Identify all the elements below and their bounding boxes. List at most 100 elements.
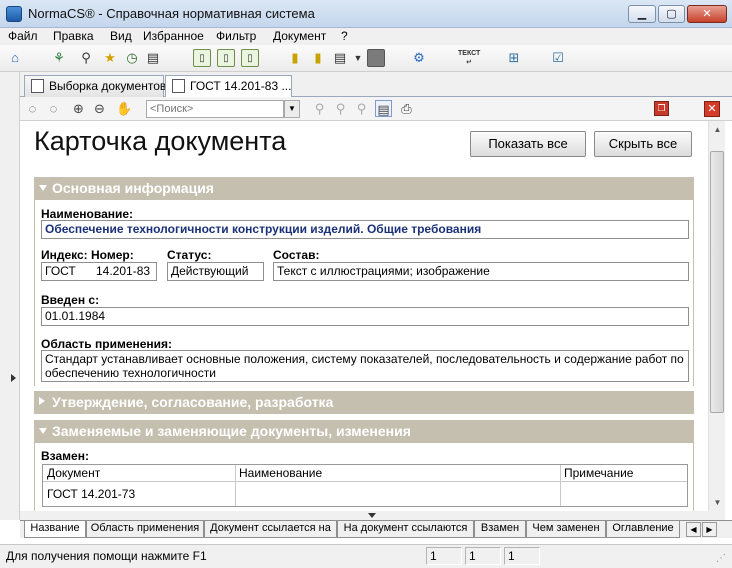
back-icon[interactable]: ◌ xyxy=(24,100,41,117)
name-field: Обеспечение технологичности конструкции … xyxy=(41,220,689,239)
doc-green-2-icon[interactable]: ▯ xyxy=(217,49,235,67)
document-toolbar: ◌ ◌ ⊕ ⊖ ✋ ▼ ⚲ ⚲ ⚲ ▤ ⎙ ❐ ✕ xyxy=(20,97,732,121)
table-cell-note xyxy=(560,483,687,505)
doc-icon xyxy=(172,79,185,93)
status-field-3: 1 xyxy=(504,547,540,565)
tab-title[interactable]: Название xyxy=(24,521,86,538)
close-window-button[interactable]: ✕ xyxy=(687,5,727,23)
title-bar: NormaCS® - Справочная нормативная систем… xyxy=(0,0,732,28)
search-input[interactable] xyxy=(146,100,284,118)
collapse-down-icon[interactable] xyxy=(368,513,376,518)
bottom-panel-splitter[interactable] xyxy=(20,511,725,520)
section-title: Утверждение, согласование, разработка xyxy=(52,394,334,410)
doc-icon xyxy=(31,79,44,93)
tab-selection[interactable]: Выборка документов xyxy=(24,75,167,97)
section-approval-header[interactable]: Утверждение, согласование, разработка xyxy=(34,391,694,414)
history-icon[interactable]: ◷ xyxy=(123,49,141,67)
scope-label: Область применения: xyxy=(41,337,173,351)
scope-field: Стандарт устанавливает основные положени… xyxy=(41,350,689,382)
print-icon[interactable]: ⎙ xyxy=(398,100,415,117)
tree-search-icon[interactable]: ⚙ xyxy=(410,49,428,67)
menu-document[interactable]: Документ xyxy=(273,29,326,43)
doc-green-icon[interactable]: ▯ xyxy=(193,49,211,67)
zoom-in-icon[interactable]: ⊕ xyxy=(70,100,87,117)
menu-file[interactable]: Файл xyxy=(8,29,38,43)
find-prev-icon: ⚲ xyxy=(335,101,346,116)
tab-scroll-left-icon[interactable]: ◀ xyxy=(686,522,701,537)
menu-edit[interactable]: Правка xyxy=(53,29,94,43)
tab-gost[interactable]: ГОСТ 14.201-83 ... xyxy=(165,75,292,98)
text-mode-icon[interactable]: ТЕКСТ ↵ xyxy=(458,49,480,67)
replacements-table: Документ Наименование Примечание ГОСТ 14… xyxy=(42,464,688,507)
network-icon[interactable]: ⊞ xyxy=(505,49,523,67)
tab-scope[interactable]: Область применения xyxy=(86,521,204,538)
scroll-up-icon[interactable]: ▲ xyxy=(709,121,726,138)
menu-bar: Файл Правка Вид Избранное Фильтр Докумен… xyxy=(0,28,732,45)
scroll-down-icon[interactable]: ▼ xyxy=(709,494,726,511)
forward-icon[interactable]: ◌ xyxy=(45,100,62,117)
status-field-1: 1 xyxy=(426,547,462,565)
tab-scroll-right-icon[interactable]: ▶ xyxy=(702,522,717,537)
card-view-icon[interactable]: ▤ xyxy=(375,100,392,117)
tab-contents[interactable]: Оглавление xyxy=(606,521,680,538)
doc-list-icon[interactable]: ▤ xyxy=(331,49,349,67)
star-icon[interactable]: ★ xyxy=(101,49,119,67)
show-all-button[interactable]: Показать все xyxy=(470,131,586,157)
tab-replaced-by[interactable]: Чем заменен xyxy=(526,521,606,538)
column-header-document[interactable]: Документ xyxy=(43,465,235,482)
window-title: NormaCS® - Справочная нормативная систем… xyxy=(28,6,315,21)
section-main-body: Наименование: Обеспечение технологичност… xyxy=(34,200,694,386)
menu-filter[interactable]: Фильтр xyxy=(216,29,256,43)
find-next-icon: ⚲ xyxy=(356,101,367,116)
tab-refers-to[interactable]: Документ ссылается на xyxy=(204,521,337,538)
chevron-down-icon[interactable]: ▼ xyxy=(349,49,367,67)
doc-green-3-icon[interactable]: ▯ xyxy=(241,49,259,67)
menu-help[interactable]: ? xyxy=(341,29,348,43)
section-title: Основная информация xyxy=(52,180,214,196)
tab-instead[interactable]: Взамен xyxy=(474,521,526,538)
binoculars-icon[interactable]: ⚲ xyxy=(77,49,95,67)
minimize-button[interactable]: ▁ xyxy=(628,5,656,23)
zoom-out-icon[interactable]: ⊖ xyxy=(91,100,108,117)
left-panel-splitter[interactable] xyxy=(0,72,20,520)
index-value: ГОСТ xyxy=(45,264,76,278)
tab-referenced-by[interactable]: На документ ссылаются xyxy=(337,521,474,538)
section-main-header[interactable]: Основная информация xyxy=(34,177,694,200)
home-icon[interactable]: ⌂ xyxy=(6,49,24,67)
resize-grip-icon[interactable]: ⋰ xyxy=(716,553,726,564)
expand-right-icon[interactable] xyxy=(11,374,16,382)
menu-view[interactable]: Вид xyxy=(110,29,132,43)
binoculars-icon: ⚲ xyxy=(314,101,325,116)
doc-yellow-icon[interactable]: ▮ xyxy=(286,49,304,67)
section-replacements-header[interactable]: Заменяемые и заменяющие документы, измен… xyxy=(34,420,694,443)
status-field-2: 1 xyxy=(465,547,501,565)
check-doc-icon[interactable]: ☑ xyxy=(549,49,567,67)
tab-label: Выборка документов xyxy=(49,79,167,93)
scroll-thumb[interactable] xyxy=(710,151,724,413)
hide-all-button[interactable]: Скрыть все xyxy=(594,131,692,157)
index-field: ГОСТ 14.201-83 xyxy=(41,262,157,281)
column-header-note[interactable]: Примечание xyxy=(560,465,687,482)
app-icon xyxy=(6,6,22,22)
name-label: Наименование: xyxy=(41,207,134,221)
vertical-scrollbar[interactable]: ▲ ▼ xyxy=(708,121,725,511)
status-field: Действующий xyxy=(167,262,264,281)
maximize-button[interactable]: ▢ xyxy=(658,5,685,23)
section-replacements-body: Взамен: Документ Наименование Примечание… xyxy=(34,443,694,511)
index-label: Индекс: Номер: xyxy=(41,248,134,262)
document-card: Карточка документа Показать все Скрыть в… xyxy=(20,121,708,511)
close-document-icon[interactable]: ✕ xyxy=(704,101,720,117)
page-title: Карточка документа xyxy=(34,126,287,156)
composition-label: Состав: xyxy=(273,248,320,262)
monitor-icon[interactable]: ▤ xyxy=(144,49,162,67)
search-dropdown-button[interactable]: ▼ xyxy=(284,100,300,118)
column-header-name[interactable]: Наименование xyxy=(235,465,560,482)
introduced-field: 01.01.1984 xyxy=(41,307,689,326)
introduced-label: Введен с: xyxy=(41,293,100,307)
tree-icon[interactable]: ⚘ xyxy=(50,49,68,67)
table-cell-document[interactable]: ГОСТ 14.201-73 xyxy=(43,483,235,505)
doc-yellow-2-icon[interactable]: ▮ xyxy=(309,49,327,67)
status-bar: Для получения помощи нажмите F1 1 1 1 ⋰ xyxy=(0,544,732,568)
restore-document-icon[interactable]: ❐ xyxy=(654,101,669,116)
menu-favorites[interactable]: Избранное xyxy=(143,29,204,43)
